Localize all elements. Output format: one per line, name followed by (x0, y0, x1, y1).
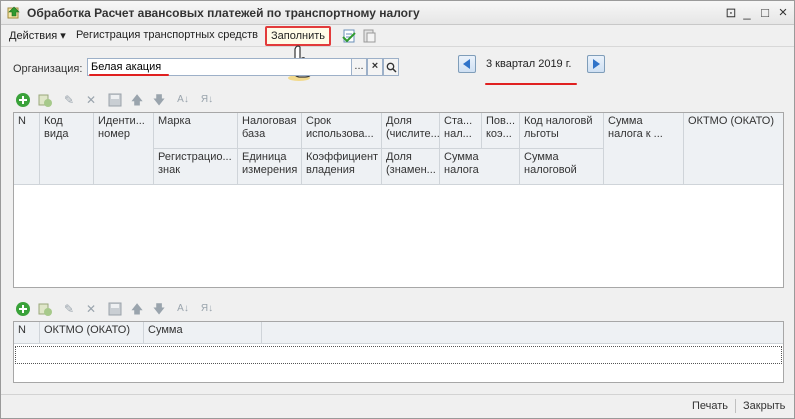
list-toolbar-oktmo: ✎ ✕ 🡅 🡇 A↓ Я↓ (15, 301, 235, 319)
select-organization-button[interactable]: ... (351, 58, 367, 76)
add-row-icon[interactable] (15, 92, 31, 108)
copy-row-icon[interactable] (37, 301, 53, 317)
add-row-icon[interactable] (15, 301, 31, 317)
form-window: Обработка Расчет авансовых платежей по т… (0, 0, 795, 419)
period-next-button[interactable] (587, 55, 605, 73)
sort-desc-icon[interactable]: Я↓ (199, 92, 215, 108)
close-button[interactable]: × (775, 5, 791, 21)
end-edit-icon[interactable] (107, 92, 123, 108)
column-header[interactable]: N (14, 322, 40, 344)
minimize-button[interactable]: _ (739, 5, 755, 21)
delete-row-icon[interactable]: ✕ (83, 301, 99, 317)
fill-button[interactable]: Заполнить (265, 26, 331, 46)
period-text: 3 квартал 2019 г. (486, 58, 572, 70)
edit-row-icon[interactable]: ✎ (61, 301, 77, 317)
save-doc-icon[interactable] (361, 28, 377, 44)
window-title: Обработка Расчет авансовых платежей по т… (27, 6, 420, 20)
arrow-right-icon (593, 59, 600, 69)
period-prev-button[interactable] (458, 55, 476, 73)
column-header[interactable]: Доля (числите... (382, 113, 440, 149)
search-organization-button[interactable] (383, 58, 399, 76)
move-up-icon[interactable]: 🡅 (129, 92, 145, 108)
footer-separator (1, 394, 794, 395)
column-header[interactable]: Сумма налога (440, 149, 520, 185)
delete-row-icon[interactable]: ✕ (83, 92, 99, 108)
column-header[interactable]: Сумма (144, 322, 262, 344)
close-form-button[interactable]: Закрыть (743, 400, 785, 412)
column-header[interactable]: Код вида (40, 113, 94, 185)
column-header[interactable]: Срок использова... (302, 113, 382, 149)
edit-row-icon[interactable]: ✎ (61, 92, 77, 108)
column-header[interactable]: Иденти... номер (94, 113, 154, 185)
clear-organization-button[interactable]: × (367, 58, 383, 76)
vehicles-table[interactable]: N Код вида Иденти... номер Марка Налогов… (13, 112, 784, 288)
sort-desc-icon[interactable]: Я↓ (199, 301, 215, 317)
search-icon (386, 62, 397, 73)
table-row[interactable] (15, 346, 782, 364)
arrow-left-icon (463, 59, 470, 69)
column-header[interactable]: Коэффициент владения (302, 149, 382, 185)
column-header[interactable]: Налоговая база (238, 113, 302, 149)
column-header[interactable]: Сумма налога к ... (604, 113, 684, 185)
column-header[interactable]: Код налоговй льготы (520, 113, 604, 149)
column-header[interactable]: Единица измерения (238, 149, 302, 185)
list-toolbar-main: ✎ ✕ 🡅 🡇 A↓ Я↓ (15, 92, 235, 110)
footer-divider (735, 399, 736, 413)
settings-icon[interactable]: ⊡ (723, 5, 739, 21)
sort-asc-icon[interactable]: A↓ (175, 92, 191, 108)
sort-asc-icon[interactable]: A↓ (175, 301, 191, 317)
column-header[interactable]: Сумма налоговой (520, 149, 604, 185)
organization-label: Организация: (13, 63, 83, 75)
end-edit-icon[interactable] (107, 301, 123, 317)
oktmo-table[interactable]: N ОКТМО (ОКАТО) Сумма (13, 321, 784, 383)
column-header[interactable]: Марка (154, 113, 238, 149)
load-icon[interactable] (341, 28, 357, 44)
move-down-icon[interactable]: 🡇 (151, 301, 167, 317)
column-header[interactable]: ОКТМО (ОКАТО) (684, 113, 783, 185)
column-header[interactable]: Доля (знамен... (382, 149, 440, 185)
column-header[interactable]: Пов... коэ... (482, 113, 520, 149)
move-down-icon[interactable]: 🡇 (151, 92, 167, 108)
register-vehicles-button[interactable]: Регистрация транспортных средств (76, 29, 258, 41)
processing-icon (7, 6, 20, 19)
column-header[interactable]: Ста... нал... (440, 113, 482, 149)
column-header[interactable]: Регистрацио... знак (154, 149, 238, 185)
print-button[interactable]: Печать (692, 400, 728, 412)
organization-underline-mark (89, 74, 169, 76)
actions-menu[interactable]: Действия ▾ (9, 29, 66, 42)
column-header[interactable]: ОКТМО (ОКАТО) (40, 322, 144, 344)
period-underline-mark (485, 83, 577, 85)
maximize-button[interactable]: □ (757, 5, 773, 21)
command-bar: Действия ▾ Регистрация транспортных сред… (1, 25, 794, 47)
copy-row-icon[interactable] (37, 92, 53, 108)
title-bar: Обработка Расчет авансовых платежей по т… (1, 1, 794, 25)
column-header-filler (262, 322, 783, 344)
column-header[interactable]: N (14, 113, 40, 185)
move-up-icon[interactable]: 🡅 (129, 301, 145, 317)
